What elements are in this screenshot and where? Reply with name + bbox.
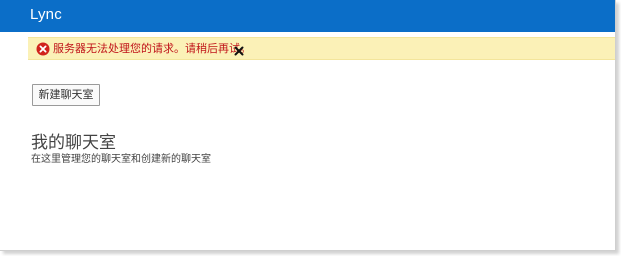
new-chat-room-button[interactable]: 新建聊天室 [32, 84, 100, 106]
page-subtitle: 在这里管理您的聊天室和创建新的聊天室 [31, 154, 211, 165]
app-window: Lync 服务器无法处理您的请求。请稍后再试。 新建聊天室 我的聊天室 在这里管… [0, 0, 616, 251]
error-icon [36, 41, 50, 56]
title-bar: Lync [0, 0, 615, 32]
close-icon[interactable] [233, 42, 245, 56]
app-title: Lync [30, 6, 62, 23]
page-title: 我的聊天室 [31, 133, 116, 153]
error-banner: 服务器无法处理您的请求。请稍后再试。 [28, 37, 615, 60]
error-message: 服务器无法处理您的请求。请稍后再试。 [53, 42, 251, 55]
